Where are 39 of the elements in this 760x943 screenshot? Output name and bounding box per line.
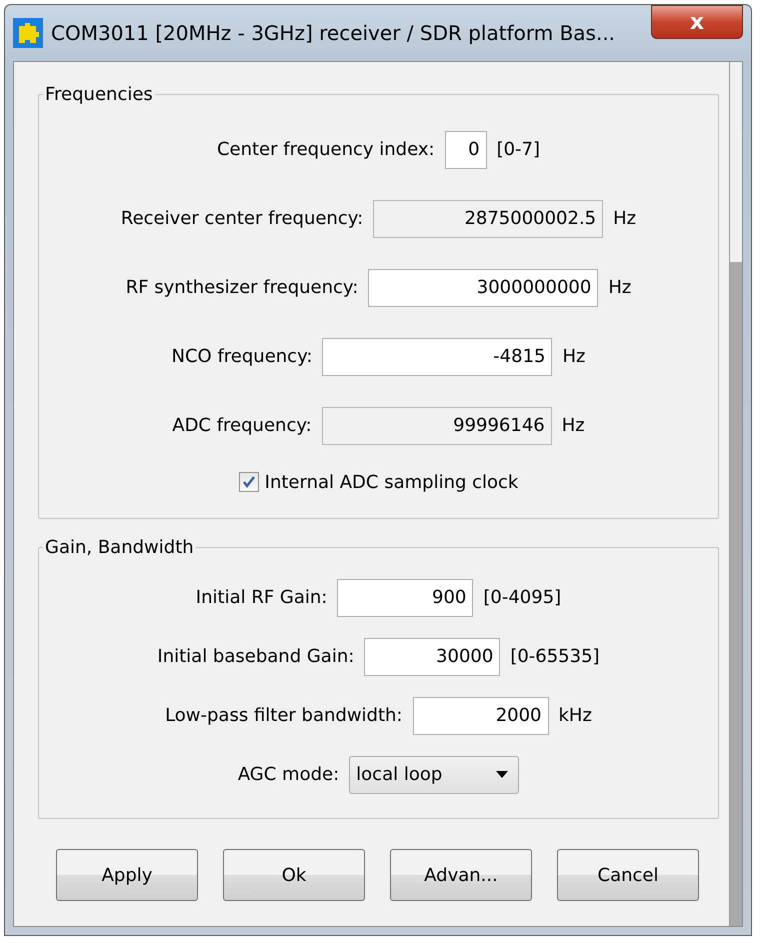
dialog-button[interactable]: Cancel xyxy=(557,849,699,901)
field-label: Initial baseband Gain: xyxy=(157,646,354,667)
scrollbar[interactable] xyxy=(729,62,742,926)
field-label: ADC frequency: xyxy=(172,415,312,436)
puzzle-app-icon xyxy=(13,18,43,48)
input-field[interactable]: 2000 xyxy=(412,696,548,734)
unit-label: Hz xyxy=(608,277,632,298)
unit-label: Hz xyxy=(613,208,636,229)
checkbox[interactable] xyxy=(238,472,259,492)
unit-label: Hz xyxy=(562,415,585,436)
dialog-button[interactable]: Advan... xyxy=(390,849,532,901)
window-title: COM3011 [20MHz - 3GHz] receiver / SDR platform Bas... xyxy=(51,21,616,45)
field-label: NCO frequency: xyxy=(172,346,312,367)
unit-label: Hz xyxy=(562,346,586,367)
unit-label: [0-7] xyxy=(496,139,540,160)
checkbox-label[interactable]: Internal ADC sampling clock xyxy=(264,472,518,492)
input-field[interactable]: 900 xyxy=(337,578,474,616)
field-label: Center frequency index: xyxy=(216,139,435,160)
field-label: Initial RF Gain: xyxy=(196,587,328,608)
dialog-button[interactable]: Ok xyxy=(223,849,365,901)
input-field[interactable]: 3000000000 xyxy=(368,268,598,306)
group-title: Frequencies xyxy=(44,84,154,105)
input-field[interactable]: -4815 xyxy=(322,338,552,376)
unit-label: [0-4095] xyxy=(483,587,562,608)
field-label: AGC mode: xyxy=(238,764,340,785)
input-field[interactable]: 99996146 xyxy=(322,406,552,444)
input-field[interactable]: 30000 xyxy=(364,638,500,676)
unit-label: kHz xyxy=(558,705,592,726)
group-title: Gain, Bandwidth xyxy=(44,537,195,558)
input-field[interactable]: 0 xyxy=(444,130,487,168)
caret-icon xyxy=(496,771,508,778)
field-label: Low-pass filter bandwidth: xyxy=(165,705,402,726)
field-label: Receiver center frequency: xyxy=(120,208,364,229)
input-field[interactable]: 2875000002.5 xyxy=(373,200,604,238)
unit-label: [0-65535] xyxy=(510,646,600,667)
dialog-button[interactable]: Apply xyxy=(56,849,198,901)
field-label: RF synthesizer frequency: xyxy=(126,277,358,298)
dropdown[interactable]: local loop xyxy=(349,756,520,794)
close-button[interactable]: x xyxy=(651,5,743,39)
